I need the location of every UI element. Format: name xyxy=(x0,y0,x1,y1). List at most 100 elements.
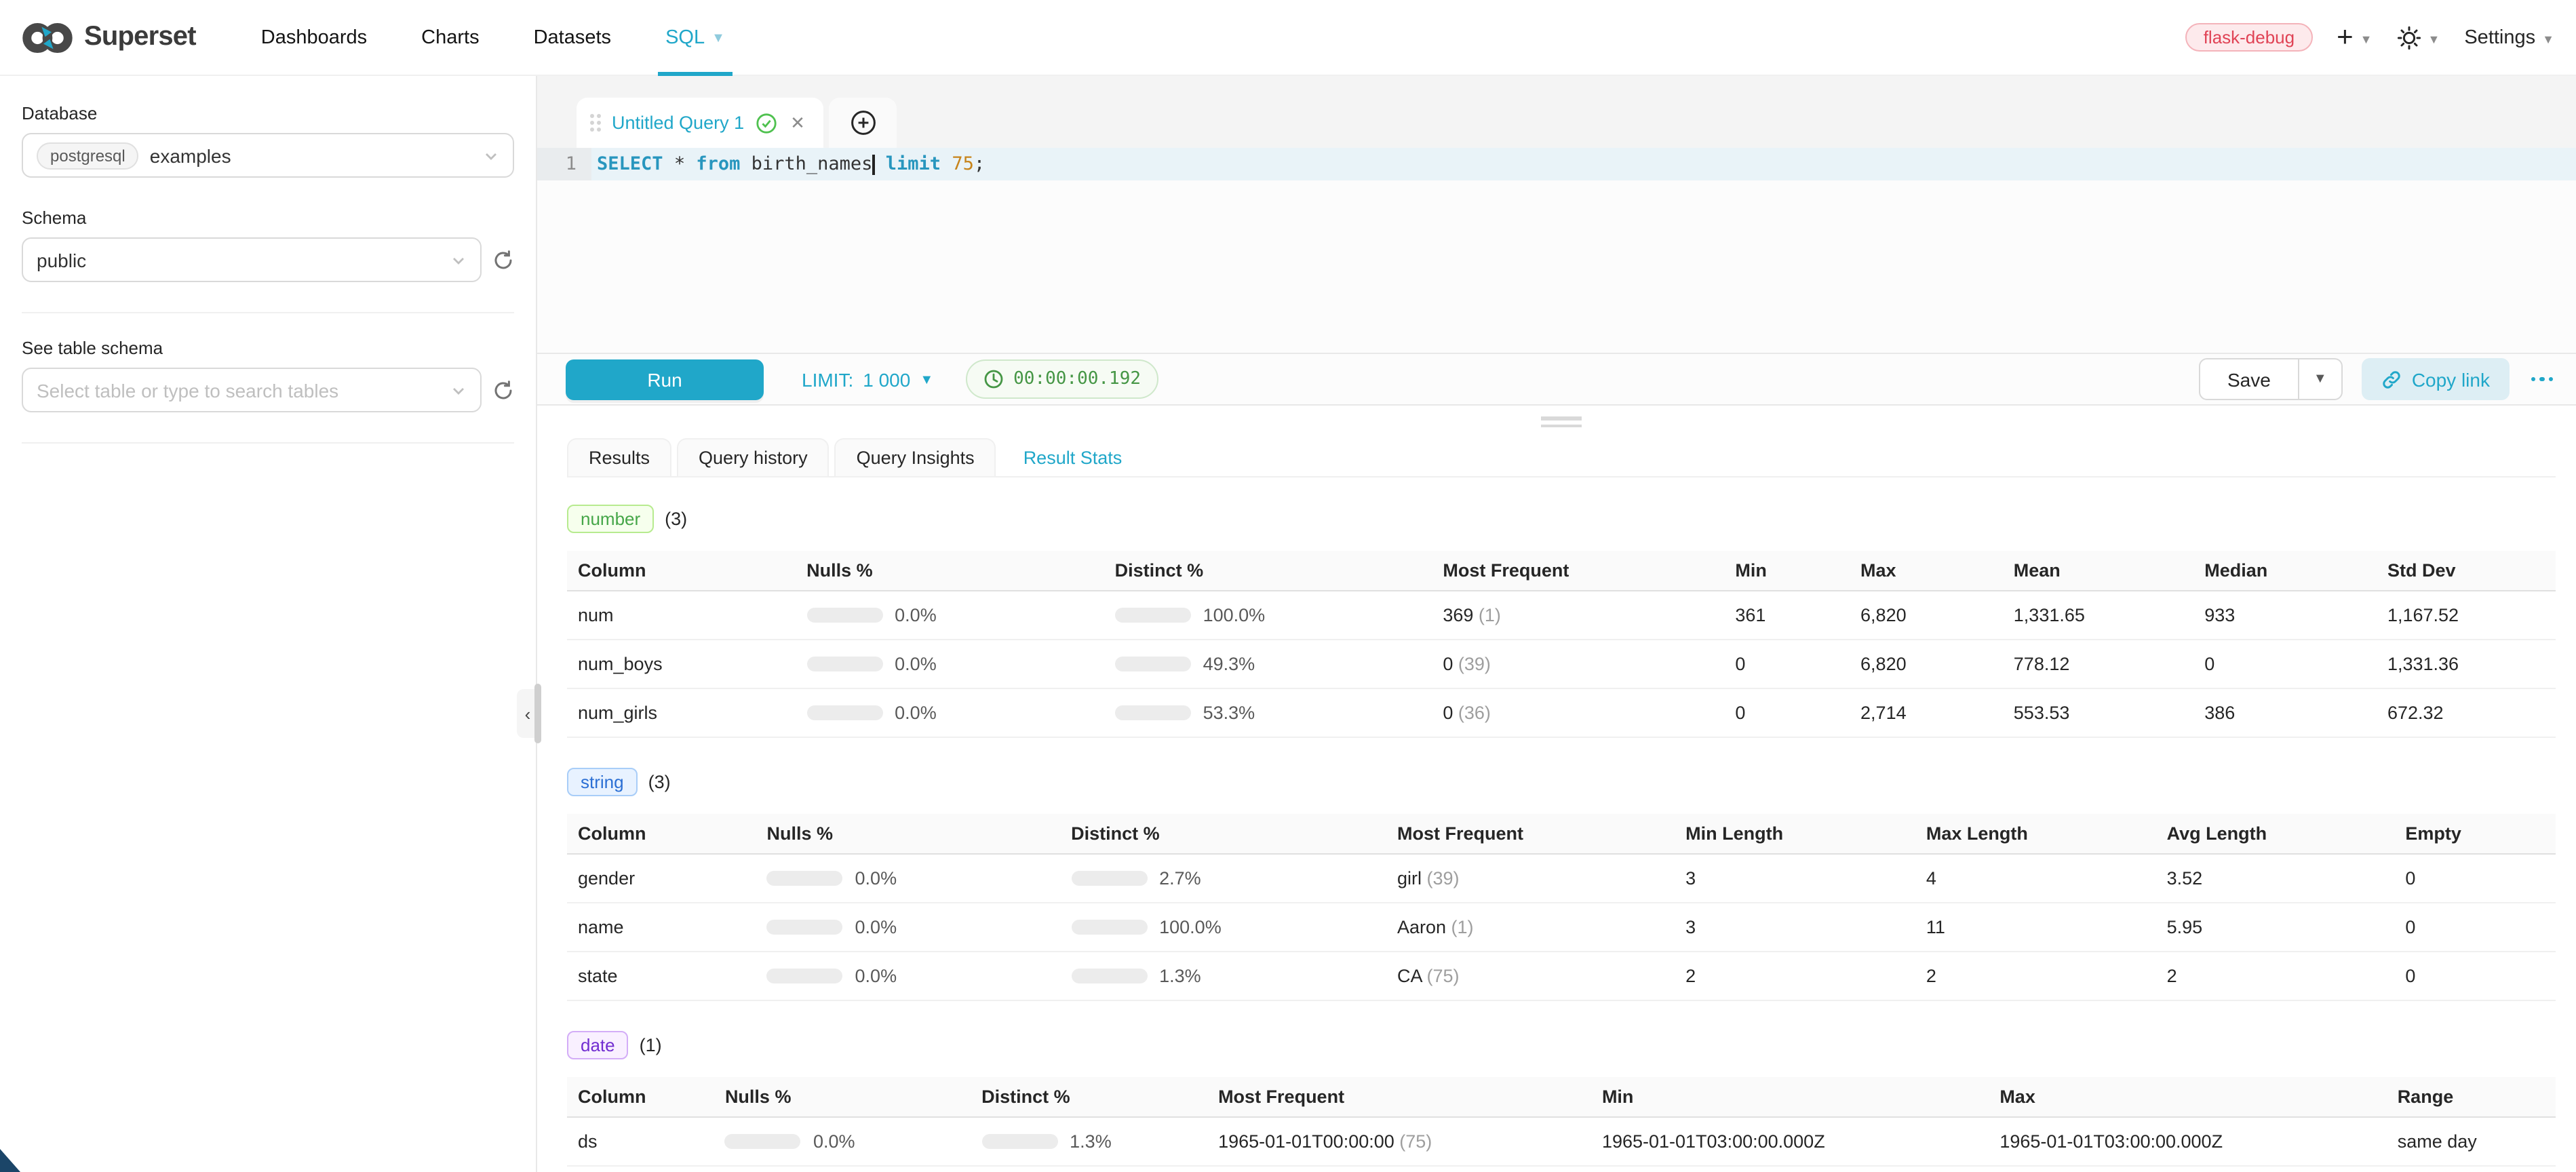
most-frequent-value: 0 xyxy=(1443,654,1453,674)
column-count: (3) xyxy=(648,772,671,792)
close-tab-icon[interactable]: ✕ xyxy=(787,112,805,134)
schema-select[interactable]: public xyxy=(22,237,482,282)
nav-item-datasets[interactable]: Datasets xyxy=(507,0,638,75)
superset-logo[interactable]: Superset xyxy=(22,20,196,55)
stat-value-cell: 1965-01-01T03:00:00.000Z xyxy=(1989,1117,2386,1166)
sql-token-number: 75 xyxy=(952,153,974,175)
theme-toggle[interactable]: ▼ xyxy=(2397,25,2440,50)
stat-value-cell: 0 xyxy=(2193,640,2377,688)
column-header: Empty xyxy=(2394,814,2556,854)
settings-menu[interactable]: Settings ▼ xyxy=(2464,26,2554,48)
column-header: Distinct % xyxy=(971,1077,1207,1117)
percent-label: 1.3% xyxy=(1159,966,1201,986)
stat-value-cell: 672.32 xyxy=(2377,688,2556,737)
type-badge-string: string xyxy=(567,768,638,796)
result-tabs: ResultsQuery historyQuery InsightsResult… xyxy=(567,438,2556,477)
type-badge-date: date xyxy=(567,1031,629,1059)
schema-label: Schema xyxy=(22,208,514,228)
stats-table: ColumnNulls %Distinct %Most FrequentMinM… xyxy=(567,551,2556,738)
tab-result-stats[interactable]: Result Stats xyxy=(1002,438,1144,476)
column-header: Min Length xyxy=(1675,814,1915,854)
column-header: Nulls % xyxy=(714,1077,971,1117)
most-frequent-value: Aaron xyxy=(1397,917,1446,937)
stat-value-cell: 0 xyxy=(2394,854,2556,903)
column-header: Max xyxy=(1989,1077,2386,1117)
stat-value-cell: 1,331.65 xyxy=(2003,591,2193,640)
navbar-right: flask-debug + ▼ ▼ Settings xyxy=(2186,23,2554,52)
table-select-placeholder: Select table or type to search tables xyxy=(37,379,338,401)
sql-token-plain: * xyxy=(663,153,697,175)
query-tab-title: Untitled Query 1 xyxy=(612,113,744,133)
bar-track xyxy=(767,969,843,983)
chevron-down-icon xyxy=(450,382,467,398)
nulls-pct-cell: 0.0% xyxy=(756,952,1061,1000)
limit-label: LIMIT: xyxy=(802,368,853,390)
stat-value-cell: 933 xyxy=(2193,591,2377,640)
nav-item-charts[interactable]: Charts xyxy=(394,0,506,75)
table-row: state0.0%1.3%CA (75)2220 xyxy=(567,952,2556,1000)
sql-token-plain: ; xyxy=(974,153,985,175)
chevron-down-icon: ▼ xyxy=(2428,32,2440,45)
most-frequent-cell: girl (39) xyxy=(1386,854,1675,903)
sql-token-keyword: limit xyxy=(886,153,941,175)
link-icon xyxy=(2381,368,2402,390)
scrollbar-thumb[interactable] xyxy=(534,684,541,743)
query-tab[interactable]: Untitled Query 1 ✕ xyxy=(577,98,824,148)
database-select[interactable]: postgresql examples xyxy=(22,133,514,178)
database-value: examples xyxy=(150,144,231,166)
percent-bar: 100.0% xyxy=(1071,917,1375,937)
column-header: Range xyxy=(2387,1077,2556,1117)
nav-item-sql[interactable]: SQL▼ xyxy=(638,0,752,75)
save-options-caret[interactable]: ▼ xyxy=(2299,358,2343,400)
most-frequent-count: (39) xyxy=(1453,654,1491,674)
drag-handle-icon xyxy=(590,114,601,132)
distinct-pct-cell: 49.3% xyxy=(1104,640,1432,688)
limit-dropdown[interactable]: LIMIT: 1 000 ▼ xyxy=(802,368,933,390)
bar-track xyxy=(767,920,843,935)
stat-value-cell: 778.12 xyxy=(2003,640,2193,688)
most-frequent-count: (75) xyxy=(1422,966,1460,986)
percent-label: 0.0% xyxy=(813,1131,855,1152)
stat-value-cell: 3.52 xyxy=(2156,854,2395,903)
app-body: Database postgresql examples Schema publ… xyxy=(0,76,2576,1172)
stat-value-cell: 2,714 xyxy=(1850,688,2003,737)
database-label: Database xyxy=(22,103,514,123)
new-item-button[interactable]: + ▼ xyxy=(2337,23,2372,52)
percent-label: 53.3% xyxy=(1203,703,1255,723)
tab-results[interactable]: Results xyxy=(567,438,671,476)
tab-query-insights[interactable]: Query Insights xyxy=(835,438,996,476)
stat-value-cell: 0 xyxy=(2394,903,2556,952)
tab-query-history[interactable]: Query history xyxy=(677,438,830,476)
save-button[interactable]: Save xyxy=(2199,358,2299,400)
superset-infinity-icon xyxy=(22,20,73,55)
section-badge-row: string (3) xyxy=(567,768,2556,796)
results-pane: ResultsQuery historyQuery InsightsResult… xyxy=(537,406,2576,1172)
table-row: num0.0%100.0%369 (1)3616,8201,331.659331… xyxy=(567,591,2556,640)
sql-code-editor[interactable]: 1 SELECT * from birth_names limit 75; xyxy=(537,148,2576,353)
sql-code[interactable]: SELECT * from birth_names limit 75; xyxy=(591,148,2576,180)
clock-icon xyxy=(983,369,1004,389)
sql-lab-sidebar: Database postgresql examples Schema publ… xyxy=(0,76,537,1172)
table-select[interactable]: Select table or type to search tables xyxy=(22,368,482,412)
save-split-button: Save ▼ xyxy=(2199,358,2343,400)
distinct-pct-cell: 53.3% xyxy=(1104,688,1432,737)
type-badge-number: number xyxy=(567,505,654,533)
table-header-row: ColumnNulls %Distinct %Most FrequentMinM… xyxy=(567,1077,2556,1117)
refresh-schemas-button[interactable] xyxy=(492,249,514,271)
most-frequent-cell: 0 (36) xyxy=(1432,688,1724,737)
column-header: Std Dev xyxy=(2377,551,2556,591)
more-options-button[interactable] xyxy=(2528,372,2556,387)
sun-icon xyxy=(2397,25,2421,50)
nav-item-dashboards[interactable]: Dashboards xyxy=(234,0,394,75)
new-query-tab-button[interactable] xyxy=(830,98,897,148)
editor-toolbar: Run LIMIT: 1 000 ▼ 00:00:00.192 xyxy=(537,353,2576,406)
refresh-tables-button[interactable] xyxy=(492,379,514,401)
stats-section-string: string(3)ColumnNulls %Distinct %Most Fre… xyxy=(567,768,2556,1001)
run-query-button[interactable]: Run xyxy=(566,359,764,399)
stat-value-cell: 6,820 xyxy=(1850,591,2003,640)
copy-link-button[interactable]: Copy link xyxy=(2362,358,2509,400)
copy-link-label: Copy link xyxy=(2412,368,2490,390)
percent-label: 0.0% xyxy=(895,703,937,723)
superset-sql-lab: Superset DashboardsChartsDatasetsSQL▼ fl… xyxy=(0,0,2576,1172)
pane-resize-handle[interactable] xyxy=(567,406,2556,438)
